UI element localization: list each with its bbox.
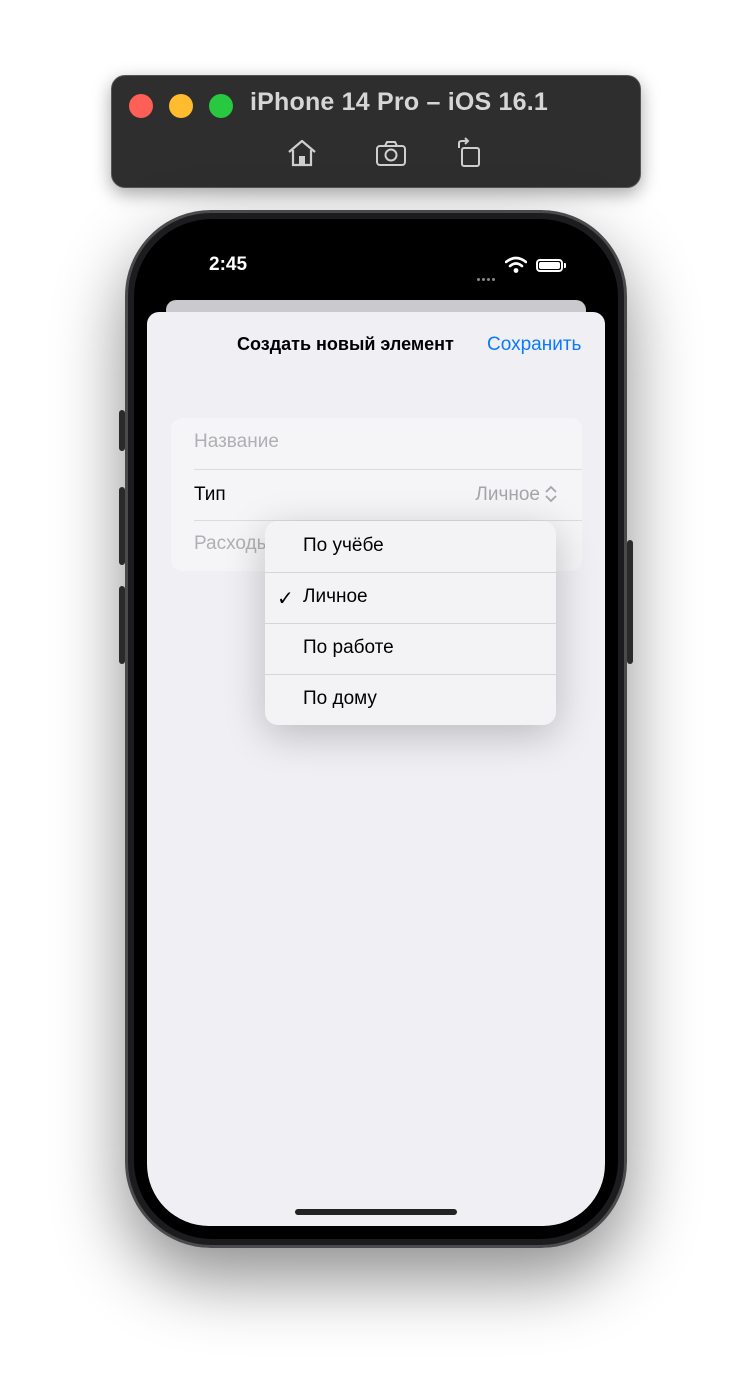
home-icon[interactable]	[285, 136, 319, 170]
power-button	[627, 540, 633, 664]
status-time: 2:45	[209, 254, 248, 275]
minimize-window-button[interactable]	[169, 94, 193, 118]
cellular-signal-icon	[477, 268, 497, 286]
menu-item-home[interactable]: По дому	[265, 674, 556, 725]
menu-item-label: По дому	[303, 688, 377, 709]
menu-item-label: По работе	[303, 637, 394, 658]
name-row	[194, 418, 582, 469]
row-divider	[194, 469, 582, 470]
chevron-up-down-icon	[544, 485, 558, 503]
phone-screen: 2:45 Создать новый элемент Сохранить Тип…	[147, 232, 605, 1226]
modal-sheet: Создать новый элемент Сохранить Тип Личн…	[147, 312, 605, 1226]
menu-divider	[265, 623, 556, 624]
menu-item-label: По учёбе	[303, 535, 384, 556]
home-indicator[interactable]	[295, 1209, 457, 1215]
battery-icon	[536, 259, 563, 272]
type-picker-menu: По учёбе ✓ Личное По работе По дому	[265, 521, 556, 725]
name-field[interactable]	[194, 431, 554, 453]
menu-item-personal[interactable]: ✓ Личное	[265, 572, 556, 623]
menu-divider	[265, 572, 556, 573]
menu-divider	[265, 674, 556, 675]
simulator-title: iPhone 14 Pro – iOS 16.1	[250, 88, 548, 116]
close-window-button[interactable]	[129, 94, 153, 118]
rotate-icon[interactable]	[453, 136, 487, 170]
screenshot-icon[interactable]	[374, 136, 408, 170]
simulator-toolbar: iPhone 14 Pro – iOS 16.1	[111, 75, 641, 188]
menu-item-study[interactable]: По учёбе	[265, 521, 556, 572]
zoom-window-button[interactable]	[209, 94, 233, 118]
type-row[interactable]: Тип Личное	[194, 469, 582, 520]
type-picker-value[interactable]: Личное	[475, 484, 540, 506]
menu-item-label: Личное	[303, 586, 368, 607]
wifi-icon	[504, 256, 528, 274]
battery-tip	[564, 263, 566, 268]
page-title: Создать новый элемент	[237, 334, 454, 354]
type-label: Тип	[194, 484, 226, 505]
save-button[interactable]: Сохранить	[487, 334, 581, 356]
checkmark-icon: ✓	[277, 588, 294, 610]
menu-item-work[interactable]: По работе	[265, 623, 556, 674]
